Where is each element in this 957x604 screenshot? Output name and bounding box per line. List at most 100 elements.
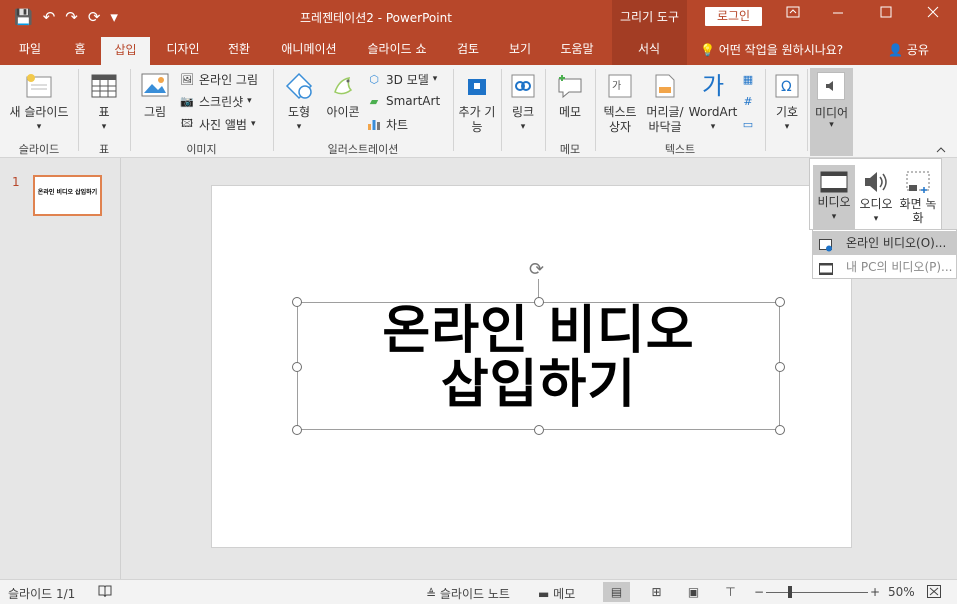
reading-view-icon: ▣	[687, 585, 700, 599]
tab-slide-show[interactable]: 슬라이드 쇼	[358, 35, 436, 65]
screenshot-icon: 📷	[180, 94, 194, 108]
tab-design[interactable]: 디자인	[157, 35, 209, 65]
text-box-button[interactable]: 가 텍스트 상자	[599, 71, 641, 135]
new-slide-button[interactable]: 새 슬라이드 ▾	[6, 71, 72, 135]
media-arrow-icon: ▾	[829, 120, 834, 130]
video-button[interactable]: 비디오 ▾	[813, 165, 855, 229]
title-bar: 💾 ↶ ↷ ⟳ ▾ 프레젠테이션2 - PowerPoint 그리기 도구 로그…	[0, 0, 957, 35]
screen-recording-button[interactable]: 화면 녹화	[898, 165, 938, 229]
zoom-level[interactable]: 50%	[888, 585, 915, 599]
smartart-button[interactable]: ▰ SmartArt	[366, 92, 440, 110]
reading-view-button[interactable]: ▣	[680, 582, 707, 602]
maximize-icon[interactable]	[880, 6, 892, 22]
slide-number-icon: #	[743, 94, 753, 108]
menu-video-on-pc[interactable]: 내 PC의 비디오(P)...	[813, 255, 957, 279]
collapse-ribbon-icon[interactable]	[936, 143, 946, 156]
screenshot-button[interactable]: 📷 스크린샷 ▾	[179, 92, 252, 110]
group-label-illustrations: 일러스트레이션	[327, 143, 399, 156]
accessibility-icon[interactable]	[98, 585, 112, 601]
lightbulb-icon: 💡	[700, 43, 715, 57]
links-button[interactable]: 링크 ▾	[506, 71, 540, 135]
tab-file[interactable]: 파일	[8, 35, 52, 65]
thumbnail-number: 1	[12, 175, 20, 189]
comment-button[interactable]: 메모	[550, 71, 590, 120]
photo-album-button[interactable]: 🖾 사진 앨범 ▾	[179, 115, 256, 133]
tab-view[interactable]: 보기	[500, 35, 540, 65]
rotate-handle-icon[interactable]: ⟳	[529, 259, 544, 280]
zoom-slider-thumb[interactable]	[788, 586, 792, 598]
tab-review[interactable]: 검토	[448, 35, 488, 65]
resize-handle-br[interactable]	[775, 425, 785, 435]
resize-handle-right[interactable]	[775, 362, 785, 372]
tab-help[interactable]: 도움말	[552, 35, 602, 65]
wordart-button[interactable]: 가 WordArt ▾	[688, 71, 738, 135]
group-label-images: 이미지	[186, 143, 217, 156]
login-button[interactable]: 로그인	[705, 7, 762, 26]
online-picture-icon: 🖼	[180, 72, 194, 86]
group-separator	[545, 69, 546, 151]
slide-title-text[interactable]: 온라인 비디오 삽입하기	[297, 304, 780, 412]
group-separator	[78, 69, 79, 151]
slide-number-button[interactable]: #	[740, 92, 756, 110]
zoom-in-icon[interactable]: +	[870, 585, 880, 599]
tab-transitions[interactable]: 전환	[218, 35, 260, 65]
table-arrow-icon: ▾	[101, 122, 107, 132]
tab-insert[interactable]: 삽입	[101, 37, 150, 65]
menu-online-video[interactable]: 온라인 비디오(O)...	[813, 231, 957, 255]
header-footer-button[interactable]: 머리글/ 바닥글	[643, 71, 687, 135]
icons-button[interactable]: 아이콘	[322, 71, 364, 120]
online-pictures-button[interactable]: 🖼 온라인 그림	[179, 70, 258, 88]
fit-to-window-icon[interactable]	[927, 585, 941, 601]
resize-handle-bl[interactable]	[292, 425, 302, 435]
slide-show-icon: ⊤	[725, 585, 736, 599]
comments-label: 메모	[553, 587, 576, 601]
group-label-comments: 메모	[559, 143, 581, 156]
normal-view-icon: ▤	[610, 585, 623, 599]
calendar-icon: ▦	[742, 72, 754, 86]
media-button[interactable]: 미디어 ▾	[810, 68, 853, 156]
slide-sorter-button[interactable]: ⊞	[643, 582, 670, 602]
minimize-icon[interactable]	[832, 6, 844, 22]
audio-button[interactable]: 오디오 ▾	[856, 165, 896, 229]
notes-button[interactable]: ≜ 슬라이드 노트	[426, 585, 510, 602]
picture-button[interactable]: 그림	[137, 71, 173, 120]
resize-handle-left[interactable]	[292, 362, 302, 372]
chart-button[interactable]: 차트	[366, 115, 408, 133]
add-ins-button[interactable]: 추가 기능	[455, 71, 499, 135]
close-icon[interactable]	[927, 6, 939, 22]
resize-handle-bottom[interactable]	[534, 425, 544, 435]
comment-icon	[555, 71, 585, 101]
resize-handle-tr[interactable]	[775, 297, 785, 307]
group-separator	[130, 69, 131, 151]
customize-qat-icon[interactable]: ▾	[110, 8, 118, 26]
group-separator	[501, 69, 502, 151]
object-button[interactable]: ▭	[740, 115, 756, 133]
table-button[interactable]: 표 ▾	[86, 71, 122, 135]
save-icon[interactable]: 💾	[14, 8, 33, 26]
tab-animations[interactable]: 애니메이션	[272, 35, 346, 65]
group-separator	[453, 69, 454, 151]
zoom-out-icon[interactable]: −	[754, 585, 764, 599]
slide-thumbnail[interactable]: 온라인 비디오 삽입하기	[33, 175, 102, 216]
media-label: 미디어	[814, 106, 849, 120]
tab-format[interactable]: 서식	[625, 35, 673, 65]
share-button[interactable]: 👤 공유	[888, 41, 929, 58]
comments-icon: ▬	[538, 587, 550, 601]
link-icon	[508, 71, 538, 101]
resize-handle-top[interactable]	[534, 297, 544, 307]
undo-icon[interactable]: ↶	[43, 8, 56, 26]
start-from-beginning-icon[interactable]: ⟳	[88, 8, 101, 26]
slide-show-button[interactable]: ⊤	[717, 582, 744, 602]
date-time-button[interactable]: ▦	[740, 70, 756, 88]
redo-icon[interactable]: ↷	[65, 8, 78, 26]
resize-handle-tl[interactable]	[292, 297, 302, 307]
3d-models-button[interactable]: ⬡ 3D 모델 ▾	[366, 70, 437, 88]
comments-button[interactable]: ▬ 메모	[538, 585, 575, 602]
ribbon-display-options-icon[interactable]	[786, 6, 800, 22]
shapes-button[interactable]: 도형 ▾	[280, 71, 318, 135]
tab-home[interactable]: 홈	[62, 35, 98, 65]
normal-view-button[interactable]: ▤	[603, 582, 630, 602]
tell-me-box[interactable]: 💡 어떤 작업을 원하시나요?	[700, 41, 843, 58]
symbols-button[interactable]: Ω 기호 ▾	[768, 71, 806, 135]
zoom-slider[interactable]	[766, 592, 868, 593]
